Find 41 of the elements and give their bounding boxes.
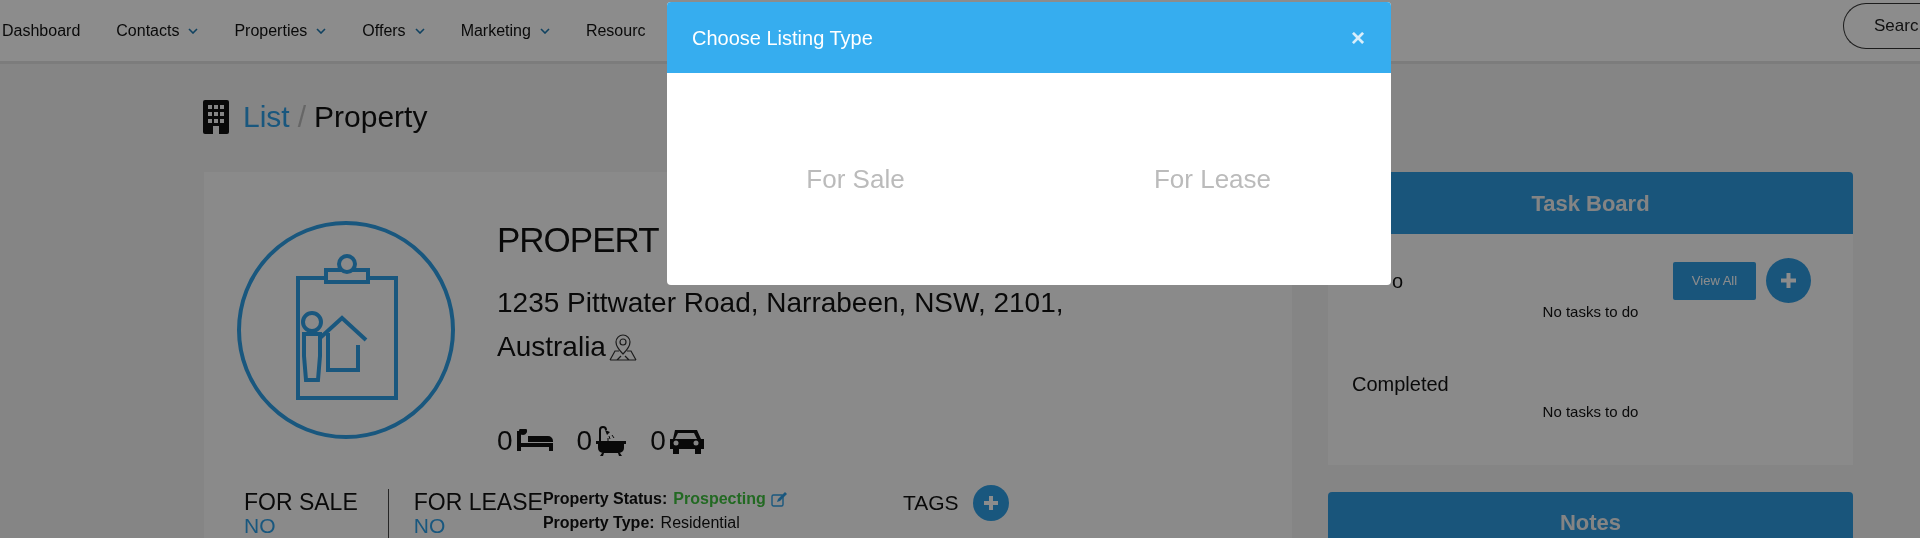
listing-value: NO bbox=[413, 515, 447, 537]
address-text: Australia bbox=[497, 330, 606, 364]
section-title: Completed bbox=[1352, 371, 1449, 397]
detail-label: Property Type: bbox=[542, 513, 655, 533]
listing-label: FOR SALE bbox=[244, 489, 358, 515]
count-value: 0 bbox=[576, 424, 593, 458]
count-value: 0 bbox=[497, 424, 513, 458]
map-pin-icon[interactable] bbox=[607, 332, 638, 362]
count-value: 0 bbox=[650, 424, 666, 458]
add-icon[interactable] bbox=[972, 485, 1009, 521]
edit-icon[interactable] bbox=[770, 491, 787, 507]
breadcrumb-separator: / bbox=[297, 100, 307, 134]
listing-label: FOR LEASE bbox=[413, 489, 543, 515]
car-icon bbox=[667, 427, 704, 455]
nav-item[interactable]: Contacts bbox=[80, 0, 199, 61]
modal-title: Choose Listing Type bbox=[692, 25, 873, 51]
listing-value: NO bbox=[244, 515, 277, 537]
caret-icon bbox=[188, 27, 199, 34]
nav-item[interactable]: Offers bbox=[326, 0, 425, 61]
detail-value: Residential bbox=[660, 513, 740, 533]
nav-item[interactable]: Resourc bbox=[549, 0, 646, 61]
tags-label: TAGS bbox=[902, 490, 959, 517]
status-value: Prospecting bbox=[673, 489, 766, 509]
caret-icon bbox=[539, 27, 550, 34]
add-icon[interactable] bbox=[1766, 258, 1811, 303]
bed-icon bbox=[516, 429, 553, 453]
address-text: 1235 Pittwater Road, Narrabeen, NSW, 2101, bbox=[497, 286, 1064, 320]
breadcrumb-current: Property bbox=[314, 100, 428, 134]
nav-item[interactable]: Marketing bbox=[424, 0, 550, 61]
section-title: o bbox=[1392, 268, 1404, 294]
empty-text: No tasks to do bbox=[1541, 302, 1640, 322]
nav-item[interactable]: Dashboard bbox=[0, 0, 81, 61]
bathtub-icon bbox=[596, 426, 627, 456]
caret-icon bbox=[316, 27, 327, 34]
nav-item[interactable]: Properties bbox=[198, 0, 327, 61]
empty-text: No tasks to do bbox=[1541, 401, 1640, 422]
notes-header: Notes bbox=[1328, 492, 1853, 538]
building-icon bbox=[203, 100, 229, 134]
caret-icon bbox=[414, 27, 425, 34]
detail-label: Property Status: bbox=[542, 489, 668, 509]
property-title: PROPERT bbox=[497, 219, 660, 261]
